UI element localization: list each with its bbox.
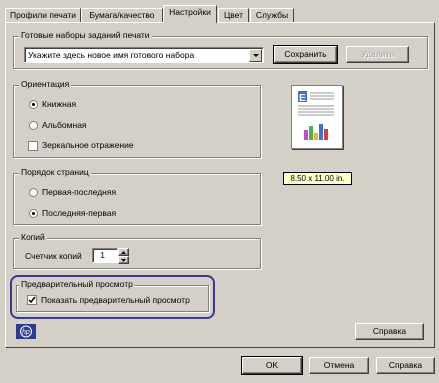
tab-services[interactable]: Службы [250, 8, 294, 22]
save-button[interactable]: Сохранить [273, 45, 338, 64]
show-preview-label: Показать предварительный просмотр [41, 295, 190, 305]
combo-dropdown-button[interactable] [249, 49, 262, 62]
tab-label: Профили печати [9, 10, 77, 20]
tab-label: Цвет [223, 10, 244, 20]
delete-label: Удалить [361, 49, 394, 59]
tab-settings[interactable]: Настройки [163, 5, 217, 23]
copies-input[interactable]: 1 [92, 248, 118, 263]
page-preview-image: E [291, 85, 343, 149]
help-button[interactable]: Справка [376, 357, 435, 374]
tab-label: Бумага/качество [89, 10, 155, 20]
presets-title: Готовые наборы заданий печати [19, 30, 152, 40]
last-first-radio[interactable] [29, 209, 38, 218]
panel-help-button[interactable]: Справка [355, 323, 424, 340]
delete-button[interactable]: Удалить [346, 46, 409, 63]
first-last-radio[interactable] [29, 188, 38, 197]
save-label: Сохранить [284, 49, 327, 59]
copies-count-label: Счетчик копий [25, 251, 82, 261]
panel-help-label: Справка [372, 326, 407, 336]
orientation-title: Ориентация [19, 79, 72, 89]
cancel-button[interactable]: Отмена [309, 357, 369, 374]
landscape-radio[interactable] [29, 121, 38, 130]
copies-down-button[interactable] [118, 256, 129, 264]
hp-logo: hp [16, 324, 36, 339]
preview-title: Предварительный просмотр [19, 279, 135, 289]
first-last-label: Первая-последняя [42, 187, 117, 197]
preset-name-value: Укажите здесь новое имя готового набора [28, 50, 195, 60]
mirror-checkbox[interactable] [28, 141, 38, 151]
portrait-label: Книжная [42, 99, 77, 109]
mirror-label: Зеркальное отражение [42, 140, 134, 150]
tab-color[interactable]: Цвет [218, 8, 249, 22]
preset-name-combo[interactable]: Укажите здесь новое имя готового набора [24, 47, 264, 63]
ok-label: OK [265, 360, 279, 370]
tab-print-profiles[interactable]: Профили печати [5, 8, 81, 22]
paper-size-value: 8.50 x 11.00 in. [290, 174, 345, 183]
chevron-down-icon [253, 54, 259, 57]
tab-paper-quality[interactable]: Бумага/качество [81, 8, 163, 22]
tab-label: Службы [255, 10, 289, 20]
checkmark-icon [28, 296, 36, 304]
show-preview-checkbox[interactable] [27, 295, 37, 305]
svg-text:hp: hp [22, 329, 30, 336]
chevron-up-icon [121, 251, 126, 254]
help-label: Справка [388, 360, 423, 370]
cancel-label: Отмена [323, 360, 355, 370]
copies-value: 1 [100, 250, 105, 260]
page-order-title: Порядок страниц [19, 167, 91, 177]
last-first-label: Последняя-первая [42, 208, 117, 218]
chevron-down-icon [121, 259, 126, 262]
copies-up-button[interactable] [118, 248, 129, 256]
tab-label: Настройки [169, 7, 211, 17]
portrait-radio[interactable] [29, 100, 38, 109]
document-preview-icon: E [298, 91, 334, 140]
paper-size-badge: 8.50 x 11.00 in. [283, 172, 352, 185]
landscape-label: Альбомная [42, 120, 87, 130]
hp-logo-icon: hp [20, 325, 32, 338]
copies-title: Копий [19, 232, 47, 242]
ok-button[interactable]: OK [241, 356, 303, 375]
svg-text:E: E [299, 93, 306, 104]
